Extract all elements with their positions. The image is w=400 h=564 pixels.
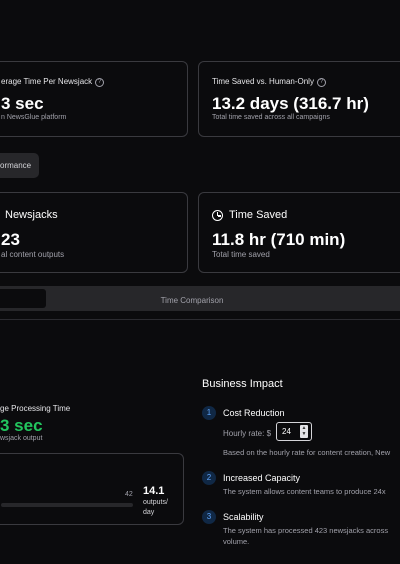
hourly-rate-label: Hourly rate: $ <box>223 429 272 438</box>
item-description: The system allows content teams to produ… <box>223 487 386 496</box>
help-icon[interactable]: ? <box>95 78 105 87</box>
progress-track <box>1 503 133 507</box>
throughput-value: 14.1 <box>143 485 165 497</box>
stat-card-title: Time Saved <box>229 209 288 221</box>
stat-card-time-saved: Time Saved 11.8 hr (710 min) Total time … <box>198 192 400 273</box>
stat-card-title: Time Saved vs. Human-Only <box>212 77 314 86</box>
stat-card-average-time: erage Time Per Newsjack? 3 sec n NewsGlu… <box>0 61 188 137</box>
stat-card-title: erage Time Per Newsjack <box>1 77 93 86</box>
stat-card-title: Newsjacks <box>5 209 58 221</box>
list-item-increased-capacity: 2 Increased Capacity The system allows c… <box>202 471 400 501</box>
stat-card-time-saved-vs-human: Time Saved vs. Human-Only? 13.2 days (31… <box>198 61 400 137</box>
item-title: Cost Reduction <box>223 408 285 418</box>
help-icon[interactable]: ? <box>316 78 326 87</box>
step-number: 2 <box>202 471 216 485</box>
tab-time-comparison-label: Time Comparison <box>160 296 224 305</box>
progress-max-label: 42 <box>125 491 133 498</box>
step-number: 1 <box>202 406 216 420</box>
item-title: Scalability <box>223 512 264 522</box>
tab-performance-label: ormance <box>0 161 32 170</box>
tab-time-comparison[interactable]: Time Comparison <box>47 289 337 308</box>
stat-card-value: 3 sec <box>1 94 44 113</box>
processing-subtitle: wsjack output <box>0 435 43 442</box>
number-stepper-icon[interactable]: ▲ ▼ <box>300 425 308 438</box>
tab-active[interactable] <box>0 289 46 308</box>
comparison-tab-bar: Time Comparison <box>0 286 400 311</box>
stat-card-subtitle: Total time saved <box>212 250 270 259</box>
stat-card-newsjacks: Newsjacks 23 al content outputs <box>0 192 188 273</box>
step-number: 3 <box>202 510 216 524</box>
business-impact-title: Business Impact <box>202 378 283 390</box>
item-description-line2: volume. <box>223 537 250 546</box>
processing-value: 3 sec <box>0 416 43 435</box>
item-title: Increased Capacity <box>223 473 301 483</box>
tab-performance[interactable]: ormance <box>0 153 39 178</box>
hourly-rate-input[interactable]: 24 ▲ ▼ <box>276 422 312 441</box>
stat-card-subtitle: Total time saved across all campaigns <box>212 114 330 121</box>
list-item-cost-reduction: 1 Cost Reduction Hourly rate: $ 24 ▲ ▼ Ba… <box>202 405 400 460</box>
stat-card-value: 13.2 days (316.7 hr) <box>212 94 369 113</box>
throughput-unit: outputs/ day <box>143 499 168 516</box>
stat-card-subtitle: al content outputs <box>1 250 65 259</box>
item-description: Based on the hourly rate for content cre… <box>223 448 391 457</box>
stat-card-value: 11.8 hr (710 min) <box>212 230 346 249</box>
stat-card-value: 23 <box>1 230 20 249</box>
processing-title: ge Processing Time <box>0 404 71 413</box>
list-item-scalability: 3 Scalability The system has processed 4… <box>202 510 400 550</box>
throughput-card: 42 14.1 outputs/ day <box>0 453 184 525</box>
stat-card-subtitle: n NewsGlue platform <box>1 114 67 121</box>
item-description-line1: The system has processed 423 newsjacks a… <box>223 526 389 535</box>
clock-icon <box>212 210 223 221</box>
